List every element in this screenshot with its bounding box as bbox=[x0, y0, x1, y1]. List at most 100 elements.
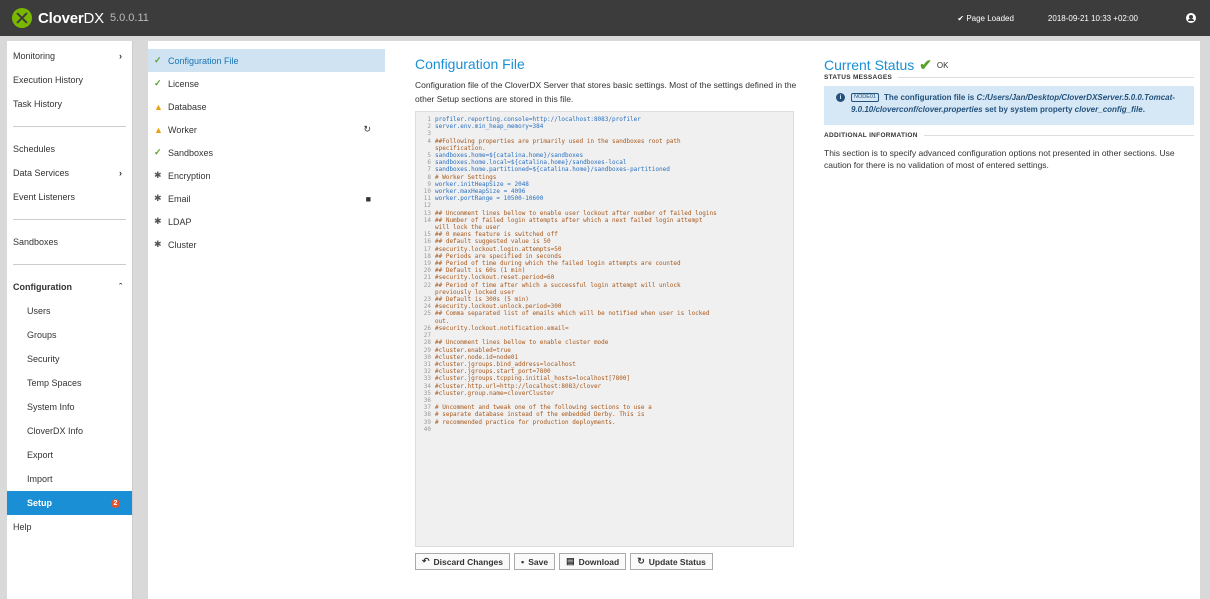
nav-configuration[interactable]: Configuration ˆ bbox=[7, 275, 132, 299]
status-ok: OK bbox=[936, 60, 949, 70]
line-number: 20 bbox=[423, 267, 431, 275]
subnav-ldap[interactable]: ✱ LDAP bbox=[148, 210, 385, 233]
line-number: 1 bbox=[427, 116, 431, 123]
code-text: # Uncomment and tweak one of the followi… bbox=[435, 404, 652, 412]
line-number: 37 bbox=[423, 404, 431, 412]
line-number: 13 bbox=[423, 209, 431, 217]
nav-cloverdx-info[interactable]: CloverDX Info bbox=[7, 419, 132, 443]
code-text: ## Periods are specified in seconds bbox=[435, 252, 562, 260]
line-number: 40 bbox=[423, 425, 431, 433]
line-number: 2 bbox=[427, 123, 431, 131]
code-line: will lock the user bbox=[421, 224, 788, 231]
line-number: 34 bbox=[423, 382, 431, 390]
additional-info-label: ADDITIONAL INFORMATION bbox=[824, 132, 1194, 139]
code-text: profiler.reporting.console=http://localh… bbox=[435, 116, 641, 123]
line-number: 14 bbox=[423, 216, 431, 224]
line-number: 27 bbox=[423, 332, 431, 340]
update-status-button[interactable]: ↻ Update Status bbox=[630, 553, 713, 570]
download-button[interactable]: ▤ Download bbox=[559, 553, 627, 570]
code-text: ## 0 means feature is switched off bbox=[435, 231, 558, 239]
subnav-sandboxes[interactable]: ✓ Sandboxes bbox=[148, 141, 385, 164]
code-text: will lock the user bbox=[435, 224, 501, 232]
logo[interactable]: CloverDX 5.0.0.11 bbox=[12, 8, 149, 28]
discard-changes-button[interactable]: ↶ Discard Changes bbox=[415, 553, 510, 570]
current-status: Current Status ✔ OK bbox=[824, 57, 949, 74]
line-number: 28 bbox=[423, 339, 431, 347]
nav-task-history[interactable]: Task History bbox=[7, 92, 132, 116]
line-number: 3 bbox=[427, 130, 431, 138]
code-text: worker.maxHeapSize = 4096 bbox=[435, 188, 526, 196]
code-line: 35 #cluster.group.name=cloverCluster bbox=[421, 390, 788, 397]
nav-schedules[interactable]: Schedules bbox=[7, 137, 132, 161]
subnav-email[interactable]: ✱ Email ■ bbox=[148, 187, 385, 210]
server-time: 2018-09-21 10:33 +02:00 bbox=[1047, 13, 1138, 23]
subnav-cluster[interactable]: ✱ Cluster bbox=[148, 233, 385, 256]
code-line: 21 #security.lockout.reset.period=60 bbox=[421, 274, 788, 281]
nav-import[interactable]: Import bbox=[7, 467, 132, 491]
subnav-license[interactable]: ✓ License bbox=[148, 72, 385, 95]
code-text: #security.lockout.reset.period=60 bbox=[435, 274, 555, 282]
line-number: 21 bbox=[423, 274, 431, 282]
user-circle-icon[interactable] bbox=[1186, 13, 1196, 23]
code-text: ##Following properties are primarily use… bbox=[435, 137, 681, 145]
save-button[interactable]: ▪ Save bbox=[514, 553, 556, 570]
code-text: ## Period of time during which the faile… bbox=[435, 260, 681, 268]
code-text: ## default suggested value is 50 bbox=[435, 238, 551, 246]
line-number: 32 bbox=[423, 368, 431, 376]
code-text: sandboxes.home.local=${catalina.home}/sa… bbox=[435, 159, 627, 167]
code-text: #security.lockout.unlock.period=300 bbox=[435, 303, 562, 311]
nav-temp-spaces[interactable]: Temp Spaces bbox=[7, 371, 132, 395]
code-line: 3 bbox=[421, 130, 788, 137]
nav-security[interactable]: Security bbox=[7, 347, 132, 371]
gear-icon: ✱ bbox=[154, 193, 162, 203]
nav-data-services[interactable]: Data Services › bbox=[7, 161, 132, 185]
nav-execution-history[interactable]: Execution History bbox=[7, 68, 132, 92]
warning-icon: ▲ bbox=[154, 124, 163, 135]
nav-monitoring[interactable]: Monitoring › bbox=[7, 44, 132, 68]
gear-icon: ✱ bbox=[154, 170, 162, 180]
line-number: 25 bbox=[423, 310, 431, 318]
code-line: 23 ## Default is 300s (5 min) bbox=[421, 296, 788, 303]
code-text: ## Default is 60s (1 min) bbox=[435, 267, 526, 275]
setup-subnav: ✓ Configuration File ✓ License ▲ Database ▲… bbox=[148, 41, 385, 599]
chevron-up-icon: ˆ bbox=[119, 282, 122, 292]
nav-system-info[interactable]: System Info bbox=[7, 395, 132, 419]
subnav-database[interactable]: ▲ Database bbox=[148, 95, 385, 118]
code-line: out. bbox=[421, 318, 788, 325]
nav-sandboxes[interactable]: Sandboxes bbox=[7, 230, 132, 254]
line-number: 4 bbox=[427, 137, 431, 145]
node-tag: NODE01 bbox=[851, 93, 880, 103]
code-line: 7 sandboxes.home.partitioned=${catalina.h… bbox=[421, 166, 788, 173]
nav-help[interactable]: Help bbox=[7, 515, 132, 539]
page-title: Configuration File bbox=[415, 56, 525, 72]
code-text: #security.lockout.notification.email= bbox=[435, 324, 569, 332]
nav-setup[interactable]: Setup 2 bbox=[7, 491, 132, 515]
subnav-worker[interactable]: ▲ Worker ↻ bbox=[148, 118, 385, 141]
code-line: 37 # Uncomment and tweak one of the follo… bbox=[421, 404, 788, 411]
line-number: 24 bbox=[423, 303, 431, 311]
subnav-configuration-file[interactable]: ✓ Configuration File bbox=[148, 49, 385, 72]
line-number: 36 bbox=[423, 396, 431, 404]
code-text: worker.initHeapSize = 2048 bbox=[435, 180, 529, 188]
nav-groups[interactable]: Groups bbox=[7, 323, 132, 347]
nav-users[interactable]: Users bbox=[7, 299, 132, 323]
line-number: 31 bbox=[423, 360, 431, 368]
code-text: sandboxes.home.partitioned=${catalina.ho… bbox=[435, 166, 670, 174]
divider bbox=[13, 219, 126, 220]
subnav-encryption[interactable]: ✱ Encryption bbox=[148, 164, 385, 187]
code-line: 36 bbox=[421, 397, 788, 404]
refresh-icon: ↻ bbox=[363, 124, 371, 134]
nav-export[interactable]: Export bbox=[7, 443, 132, 467]
nav-event-listeners[interactable]: Event Listeners bbox=[7, 185, 132, 209]
code-text: ## Uncomment lines bellow to enable user… bbox=[435, 209, 717, 217]
status-message: i NODE01 The configuration file is C:/Use… bbox=[824, 86, 1194, 125]
code-line: 33 #cluster.jgroups.tcpping.initial_hosts… bbox=[421, 375, 788, 382]
code-line: 13 ## Uncomment lines bellow to enable us… bbox=[421, 210, 788, 217]
config-editor[interactable]: 1 profiler.reporting.console=http://local… bbox=[415, 111, 794, 547]
system-property: clover_config_file bbox=[1074, 105, 1143, 114]
line-number: 15 bbox=[423, 231, 431, 239]
code-text: ## Uncomment lines bellow to enable clus… bbox=[435, 339, 609, 347]
code-line: 25 ## Comma separated list of emails whic… bbox=[421, 310, 788, 317]
code-text: sandboxes.home=${catalina.home}/sandboxe… bbox=[435, 152, 584, 160]
code-line: 17 #security.lockout.login.attempts=50 bbox=[421, 246, 788, 253]
